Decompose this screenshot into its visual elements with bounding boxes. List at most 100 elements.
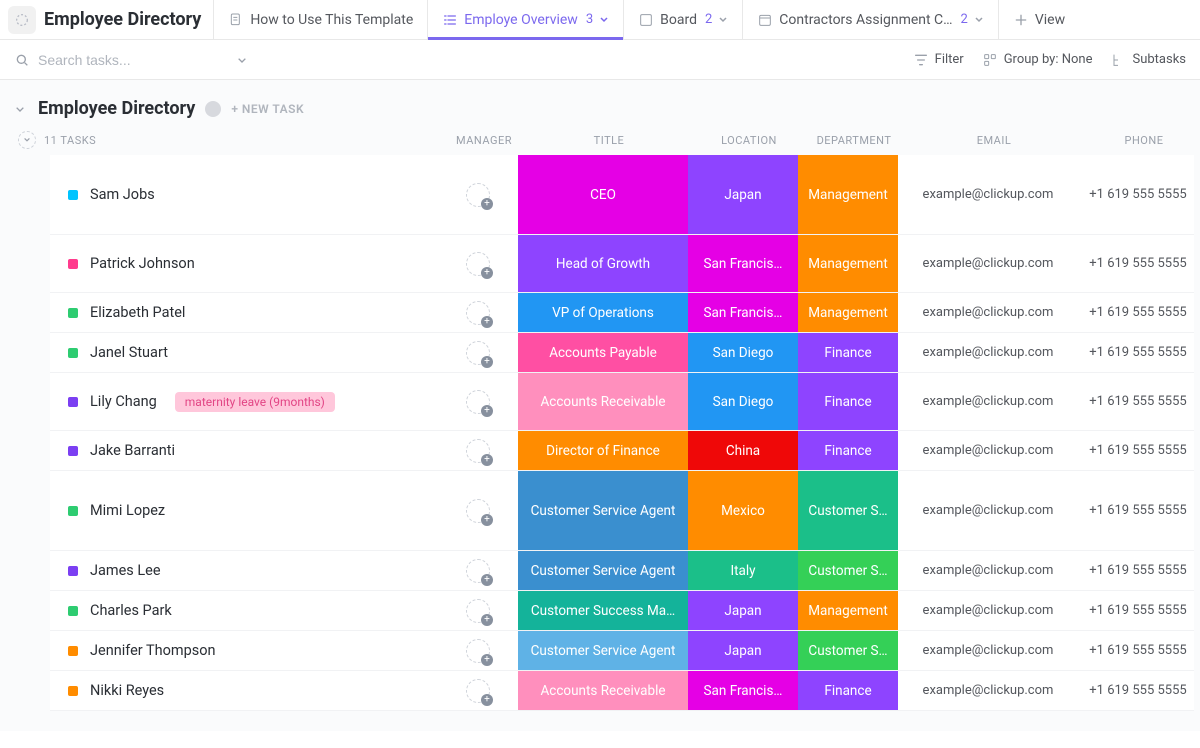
assign-manager-icon[interactable]: [466, 390, 490, 414]
email-cell[interactable]: example@clickup.com: [898, 631, 1078, 670]
email-cell[interactable]: example@clickup.com: [898, 293, 1078, 332]
department-chip[interactable]: Management: [798, 293, 898, 332]
add-view-button[interactable]: View: [998, 0, 1079, 39]
table-row[interactable]: Lily Changmaternity leave (9months)Accou…: [50, 373, 1194, 431]
email-cell[interactable]: example@clickup.com: [898, 431, 1078, 470]
collapse-icon[interactable]: [12, 101, 28, 117]
subtasks-button[interactable]: Subtasks: [1110, 52, 1186, 68]
phone-cell[interactable]: +1 619 555 5555: [1078, 333, 1198, 372]
table-row[interactable]: Jennifer ThompsonCustomer Service AgentJ…: [50, 631, 1194, 671]
new-task-button[interactable]: + NEW TASK: [231, 102, 304, 116]
manager-cell[interactable]: [438, 235, 518, 292]
department-chip[interactable]: Customer S…: [798, 631, 898, 670]
phone-cell[interactable]: +1 619 555 5555: [1078, 235, 1198, 292]
location-chip[interactable]: San Diego: [688, 333, 798, 372]
tab-how-to-use[interactable]: How to Use This Template: [213, 0, 427, 39]
info-icon[interactable]: [205, 101, 221, 117]
phone-cell[interactable]: +1 619 555 5555: [1078, 671, 1198, 710]
email-cell[interactable]: example@clickup.com: [898, 373, 1078, 430]
assign-manager-icon[interactable]: [466, 639, 490, 663]
manager-cell[interactable]: [438, 471, 518, 550]
title-chip[interactable]: Customer Service Agent: [518, 631, 688, 670]
manager-cell[interactable]: [438, 591, 518, 630]
location-chip[interactable]: San Francis…: [688, 235, 798, 292]
email-cell[interactable]: example@clickup.com: [898, 333, 1078, 372]
name-cell[interactable]: Nikki Reyes: [50, 671, 438, 710]
filter-button[interactable]: Filter: [913, 52, 964, 68]
phone-cell[interactable]: +1 619 555 5555: [1078, 155, 1198, 234]
tab-board[interactable]: Board 2: [623, 0, 742, 39]
location-chip[interactable]: San Francis…: [688, 293, 798, 332]
table-row[interactable]: Sam JobsCEOJapanManagementexample@clicku…: [50, 155, 1194, 235]
phone-cell[interactable]: +1 619 555 5555: [1078, 471, 1198, 550]
col-email[interactable]: EMAIL: [904, 134, 1084, 147]
tag-pill[interactable]: maternity leave (9months): [175, 392, 335, 412]
table-row[interactable]: James LeeCustomer Service AgentItalyCust…: [50, 551, 1194, 591]
department-chip[interactable]: Finance: [798, 373, 898, 430]
title-chip[interactable]: Director of Finance: [518, 431, 688, 470]
table-row[interactable]: Jake BarrantiDirector of FinanceChinaFin…: [50, 431, 1194, 471]
tab-contractors[interactable]: Contractors Assignment C… 2: [742, 0, 998, 39]
manager-cell[interactable]: [438, 155, 518, 234]
title-chip[interactable]: Accounts Payable: [518, 333, 688, 372]
phone-cell[interactable]: +1 619 555 5555: [1078, 591, 1198, 630]
col-title[interactable]: TITLE: [524, 134, 694, 147]
email-cell[interactable]: example@clickup.com: [898, 671, 1078, 710]
assign-manager-icon[interactable]: [466, 679, 490, 703]
table-row[interactable]: Charles ParkCustomer Success Ma…JapanMan…: [50, 591, 1194, 631]
manager-cell[interactable]: [438, 293, 518, 332]
tab-employee-overview[interactable]: Employe Overview 3: [427, 0, 623, 39]
table-row[interactable]: Elizabeth Patel VP of OperationsSan Franc…: [50, 293, 1194, 333]
name-cell[interactable]: Janel Stuart: [50, 333, 438, 372]
email-cell[interactable]: example@clickup.com: [898, 591, 1078, 630]
email-cell[interactable]: example@clickup.com: [898, 551, 1078, 590]
table-row[interactable]: Patrick JohnsonHead of GrowthSan Francis…: [50, 235, 1194, 293]
table-row[interactable]: Janel Stuart Accounts PayableSan DiegoFin…: [50, 333, 1194, 373]
manager-cell[interactable]: [438, 431, 518, 470]
title-chip[interactable]: CEO: [518, 155, 688, 234]
manager-cell[interactable]: [438, 631, 518, 670]
phone-cell[interactable]: +1 619 555 5555: [1078, 293, 1198, 332]
status-square[interactable]: [68, 686, 78, 696]
table-row[interactable]: Nikki Reyes Accounts ReceivableSan Franci…: [50, 671, 1194, 711]
status-square[interactable]: [68, 259, 78, 269]
name-cell[interactable]: James Lee: [50, 551, 438, 590]
status-square[interactable]: [68, 348, 78, 358]
email-cell[interactable]: example@clickup.com: [898, 235, 1078, 292]
phone-cell[interactable]: +1 619 555 5555: [1078, 551, 1198, 590]
status-square[interactable]: [68, 506, 78, 516]
location-chip[interactable]: Mexico: [688, 471, 798, 550]
assign-manager-icon[interactable]: [466, 559, 490, 583]
manager-cell[interactable]: [438, 373, 518, 430]
email-cell[interactable]: example@clickup.com: [898, 471, 1078, 550]
name-cell[interactable]: Elizabeth Patel: [50, 293, 438, 332]
department-chip[interactable]: Finance: [798, 671, 898, 710]
location-chip[interactable]: San Francis…: [688, 671, 798, 710]
chevron-down-icon[interactable]: [234, 52, 250, 68]
title-chip[interactable]: Accounts Receivable: [518, 373, 688, 430]
name-cell[interactable]: Mimi Lopez: [50, 471, 438, 550]
search-input[interactable]: [38, 52, 198, 68]
status-square[interactable]: [68, 446, 78, 456]
name-cell[interactable]: Charles Park: [50, 591, 438, 630]
manager-cell[interactable]: [438, 551, 518, 590]
status-square[interactable]: [68, 308, 78, 318]
title-chip[interactable]: Customer Success Ma…: [518, 591, 688, 630]
status-square[interactable]: [68, 646, 78, 656]
status-square[interactable]: [68, 397, 78, 407]
manager-cell[interactable]: [438, 671, 518, 710]
department-chip[interactable]: Management: [798, 235, 898, 292]
phone-cell[interactable]: +1 619 555 5555: [1078, 373, 1198, 430]
status-square[interactable]: [68, 606, 78, 616]
title-chip[interactable]: Accounts Receivable: [518, 671, 688, 710]
location-chip[interactable]: Italy: [688, 551, 798, 590]
col-location[interactable]: LOCATION: [694, 134, 804, 147]
department-chip[interactable]: Finance: [798, 333, 898, 372]
title-chip[interactable]: VP of Operations: [518, 293, 688, 332]
department-chip[interactable]: Customer S…: [798, 471, 898, 550]
assign-manager-icon[interactable]: [466, 341, 490, 365]
group-by-button[interactable]: Group by: None: [982, 52, 1093, 68]
status-square[interactable]: [68, 566, 78, 576]
name-cell[interactable]: Patrick Johnson: [50, 235, 438, 292]
assign-manager-icon[interactable]: [466, 499, 490, 523]
